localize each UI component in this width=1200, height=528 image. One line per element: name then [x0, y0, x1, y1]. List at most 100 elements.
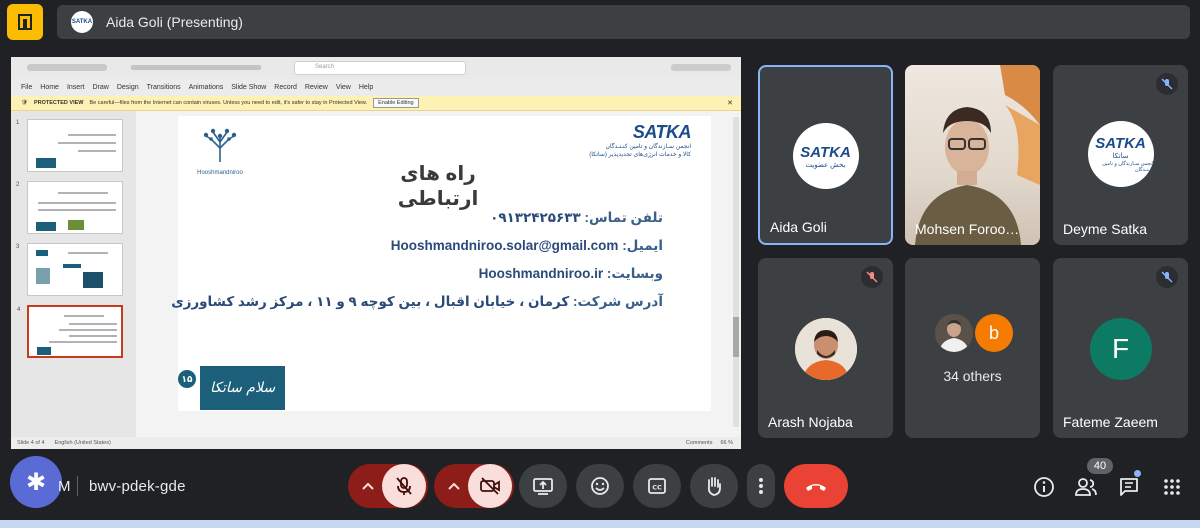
participant-tile-deyme-satka[interactable]: SATKA ساتکا انجمن سـازندگان و تامین کنـن…: [1053, 65, 1188, 245]
ribbon-tab-view[interactable]: View: [336, 84, 351, 91]
assistant-icon: ✱: [25, 468, 47, 496]
reactions-button[interactable]: [576, 464, 624, 508]
call-end-icon: [806, 484, 826, 491]
more-options-button[interactable]: [747, 464, 775, 508]
close-icon[interactable]: ✕: [727, 99, 733, 107]
ribbon-tab-animations[interactable]: Animations: [189, 84, 224, 91]
thumb-number: 1: [16, 120, 20, 126]
captions-button[interactable]: CC: [633, 464, 681, 508]
mic-toggle-button[interactable]: [382, 464, 426, 508]
app-panel-icon: [18, 14, 32, 30]
left-logo-caption: Hooshmandniroo: [197, 170, 243, 176]
camera-options-button[interactable]: [436, 464, 472, 508]
slide-thumb-1[interactable]: 1: [16, 119, 123, 172]
ribbon-tab-draw[interactable]: Draw: [92, 84, 108, 91]
taskbar-strip: [0, 520, 1200, 528]
people-button[interactable]: [1073, 474, 1099, 500]
website-value: Hooshmandniroo.ir: [478, 266, 604, 281]
contact-website: وبسایت: Hooshmandniroo.ir: [479, 266, 663, 282]
camera-feed: [905, 65, 1040, 245]
page-number-badge: ۱۵: [178, 370, 196, 388]
contact-phone: تلفن تماس: ۰۹۱۳۲۴۲۵۶۳۳: [490, 210, 663, 226]
ribbon-tab-home[interactable]: Home: [40, 84, 59, 91]
participant-tile-mohsen[interactable]: Mohsen Foroo…: [905, 65, 1040, 245]
mic-off-icon: [396, 477, 412, 495]
ppt-scrollbar[interactable]: [733, 117, 739, 427]
ribbon-tab-record[interactable]: Record: [274, 84, 297, 91]
satka-avatar: SATKA بخش عضویت: [792, 123, 859, 189]
meeting-code: bwv-pdek-gde: [89, 478, 186, 495]
satka-avatar: SATKA ساتکا انجمن سـازندگان و تامین کنـن…: [1087, 121, 1154, 187]
leave-call-button[interactable]: [784, 464, 848, 508]
tree-circuit-icon: [203, 128, 237, 162]
others-photo: [935, 314, 973, 352]
activities-menu-button[interactable]: [1159, 474, 1185, 500]
comments-button[interactable]: Comments: [686, 440, 713, 446]
quick-access-toolbar[interactable]: [27, 64, 107, 71]
participant-name: Aida Goli: [770, 219, 827, 235]
slide-thumb-3[interactable]: 3: [16, 243, 123, 296]
activities-button[interactable]: [7, 4, 43, 40]
camera-toggle-button[interactable]: [468, 464, 512, 508]
contact-email: ایمیل: Hooshmandniroo.solar@gmail.com: [391, 238, 663, 254]
participant-tile-arash-nojaba[interactable]: Arash Nojaba: [758, 258, 893, 438]
mic-off-indicator: [1156, 73, 1178, 95]
avatar-wordmark: SATKA: [800, 143, 851, 161]
mic-off-indicator: [1156, 266, 1178, 288]
ribbon-tab-transitions[interactable]: Transitions: [147, 84, 181, 91]
ribbon-tab-help[interactable]: Help: [359, 84, 373, 91]
ribbon-tab-design[interactable]: Design: [117, 84, 139, 91]
shared-screen: Search File Home Insert Draw Design Transitio…: [11, 57, 741, 449]
presenting-bar[interactable]: SATKA Aida Goli (Presenting): [57, 5, 1190, 39]
participant-tile-others[interactable]: b 34 others: [905, 258, 1040, 438]
ribbon-tab-review[interactable]: Review: [305, 84, 328, 91]
ribbon-tab-file[interactable]: File: [21, 84, 32, 91]
enable-editing-button[interactable]: Enable Editing: [373, 98, 419, 108]
raise-hand-button[interactable]: [690, 464, 738, 508]
file-name: [131, 65, 261, 70]
ribbon-tab-insert[interactable]: Insert: [67, 84, 85, 91]
ppt-titlebar: Search: [11, 57, 741, 79]
chevron-up-icon: [362, 482, 374, 490]
mic-off-icon: [1161, 78, 1173, 90]
phone-value: ۰۹۱۳۲۴۲۵۶۳۳: [490, 210, 581, 225]
ribbon-tab-slide-show[interactable]: Slide Show: [231, 84, 266, 91]
email-label: ایمیل:: [622, 238, 663, 253]
chevron-up-icon: [448, 482, 460, 490]
participant-name: Deyme Satka: [1063, 221, 1148, 237]
thumb-number: 4: [17, 307, 21, 313]
meeting-details-button[interactable]: [1031, 474, 1057, 500]
slide-thumb-2[interactable]: 2: [16, 181, 123, 234]
avatar-subtext: بخش عضویت: [805, 161, 846, 169]
hooshmandniroo-logo: Hooshmandniroo: [195, 122, 243, 180]
current-slide: Hooshmandniroo SATKA انجمن سـازندگان و ت…: [171, 116, 711, 411]
participant-tile-aida-goli[interactable]: SATKA بخش عضویت Aida Goli: [758, 65, 893, 245]
others-letter-avatar: b: [975, 314, 1013, 352]
protected-view-bar: 🛡 PROTECTED VIEW Be careful—files from t…: [11, 96, 741, 111]
people-count-badge: 40: [1087, 458, 1113, 474]
presenting-label: Aida Goli (Presenting): [106, 14, 243, 30]
avatar-subtext: ساتکا: [1112, 153, 1129, 160]
slide-thumb-4[interactable]: 4: [17, 305, 123, 358]
participant-tile-fateme-zaeem[interactable]: F Fateme Zaeem: [1053, 258, 1188, 438]
protected-message: Be careful—files from the Internet can c…: [89, 100, 368, 106]
participant-name: Fateme Zaeem: [1063, 414, 1158, 430]
chat-button[interactable]: [1116, 474, 1142, 500]
zoom-level[interactable]: 66 %: [720, 440, 733, 446]
avatar-subtext-small: انجمن سـازندگان و تامین کنـنـدگان: [1102, 161, 1154, 173]
more-vert-icon: [759, 478, 763, 494]
ppt-search-box[interactable]: Search: [294, 61, 466, 75]
participant-name: Arash Nojaba: [768, 414, 853, 430]
phone-label: تلفن تماس:: [584, 210, 663, 225]
present-screen-icon: [533, 478, 553, 495]
salam-satka-banner: سلام ساتکا: [200, 366, 285, 410]
present-button[interactable]: [519, 464, 567, 508]
shield-icon: 🛡: [21, 100, 28, 106]
assistant-button[interactable]: ✱: [10, 456, 62, 508]
chat-unread-dot: [1134, 470, 1141, 477]
window-controls[interactable]: [671, 64, 731, 71]
person-video: [915, 65, 1040, 245]
ppt-ribbon-tabs: File Home Insert Draw Design Transitions Anima…: [11, 79, 741, 96]
mic-options-button[interactable]: [350, 464, 386, 508]
apps-grid-icon: [1164, 479, 1180, 495]
